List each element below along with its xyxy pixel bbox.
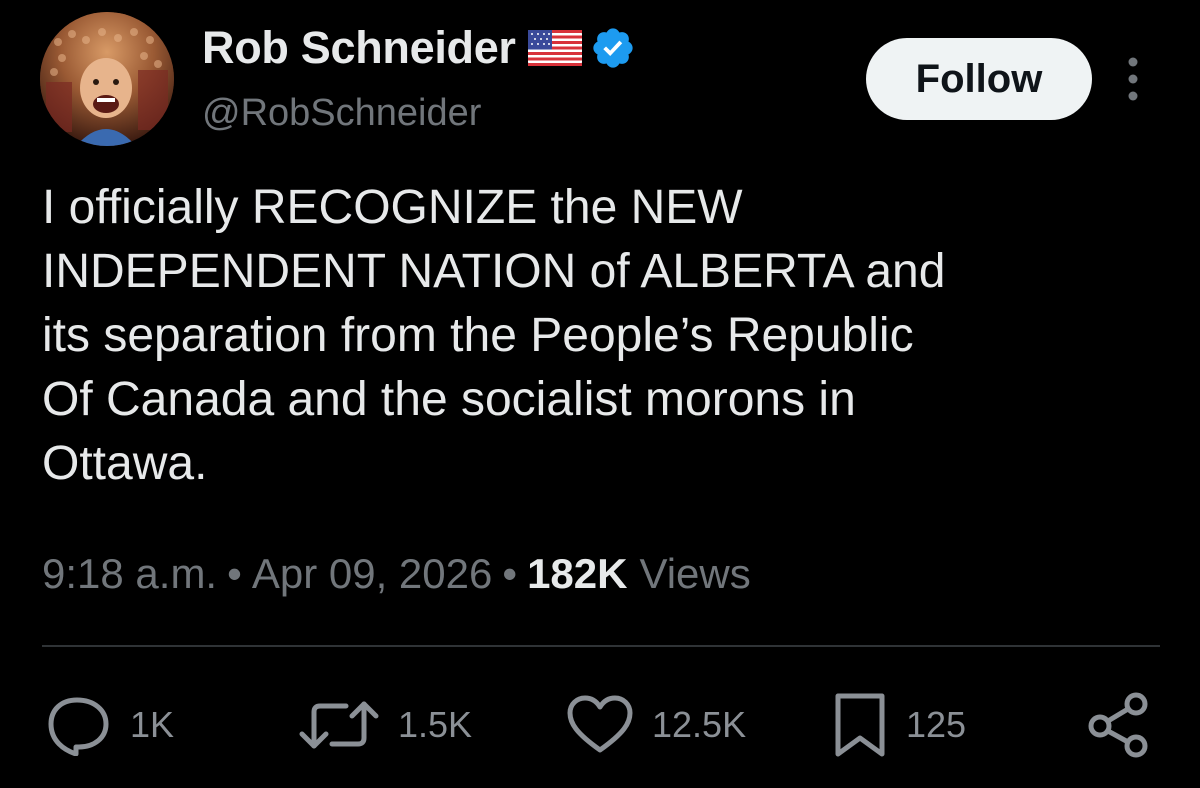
display-name[interactable]: Rob Schneider <box>202 22 516 74</box>
handle[interactable]: @RobSchneider <box>202 92 636 135</box>
repost-count: 1.5K <box>398 704 473 745</box>
meta-separator: • <box>227 550 242 597</box>
name-row: Rob Schneider <box>202 18 636 78</box>
tweet-time[interactable]: 9:18 a.m. <box>42 550 217 598</box>
avatar-image <box>40 12 174 146</box>
more-vertical-icon[interactable] <box>1122 56 1144 102</box>
follow-button[interactable]: Follow <box>866 38 1092 120</box>
tweet-date[interactable]: Apr 09, 2026 <box>252 550 493 598</box>
views-label: Views <box>639 550 751 597</box>
us-flag-icon <box>527 30 582 66</box>
heart-icon <box>566 695 634 755</box>
reply-icon <box>46 694 112 756</box>
reply-count: 1K <box>130 704 175 745</box>
verified-badge-icon[interactable] <box>590 25 636 71</box>
tweet: Rob Schneider @RobSchneider Follow I off… <box>0 0 1200 788</box>
avatar[interactable] <box>40 12 174 146</box>
repost-button[interactable]: 1.5K <box>298 690 472 760</box>
views-count[interactable]: 182K <box>527 550 627 598</box>
tweet-text: I officially RECOGNIZE the NEW INDEPENDE… <box>42 181 946 490</box>
divider <box>42 645 1160 647</box>
share-button[interactable] <box>1086 690 1152 760</box>
share-icon <box>1086 692 1152 758</box>
tweet-meta: 9:18 a.m. • Apr 09, 2026 • 182K Views <box>42 550 751 598</box>
repost-icon <box>298 698 380 752</box>
bookmark-icon <box>832 692 888 758</box>
like-button[interactable]: 12.5K <box>566 690 746 760</box>
bookmark-count: 125 <box>906 704 967 745</box>
meta-separator: • <box>502 550 518 597</box>
author-block: Rob Schneider @RobSchneider <box>202 18 636 135</box>
reply-button[interactable]: 1K <box>46 690 174 760</box>
bookmark-button[interactable]: 125 <box>832 690 966 760</box>
like-count: 12.5K <box>652 704 747 745</box>
